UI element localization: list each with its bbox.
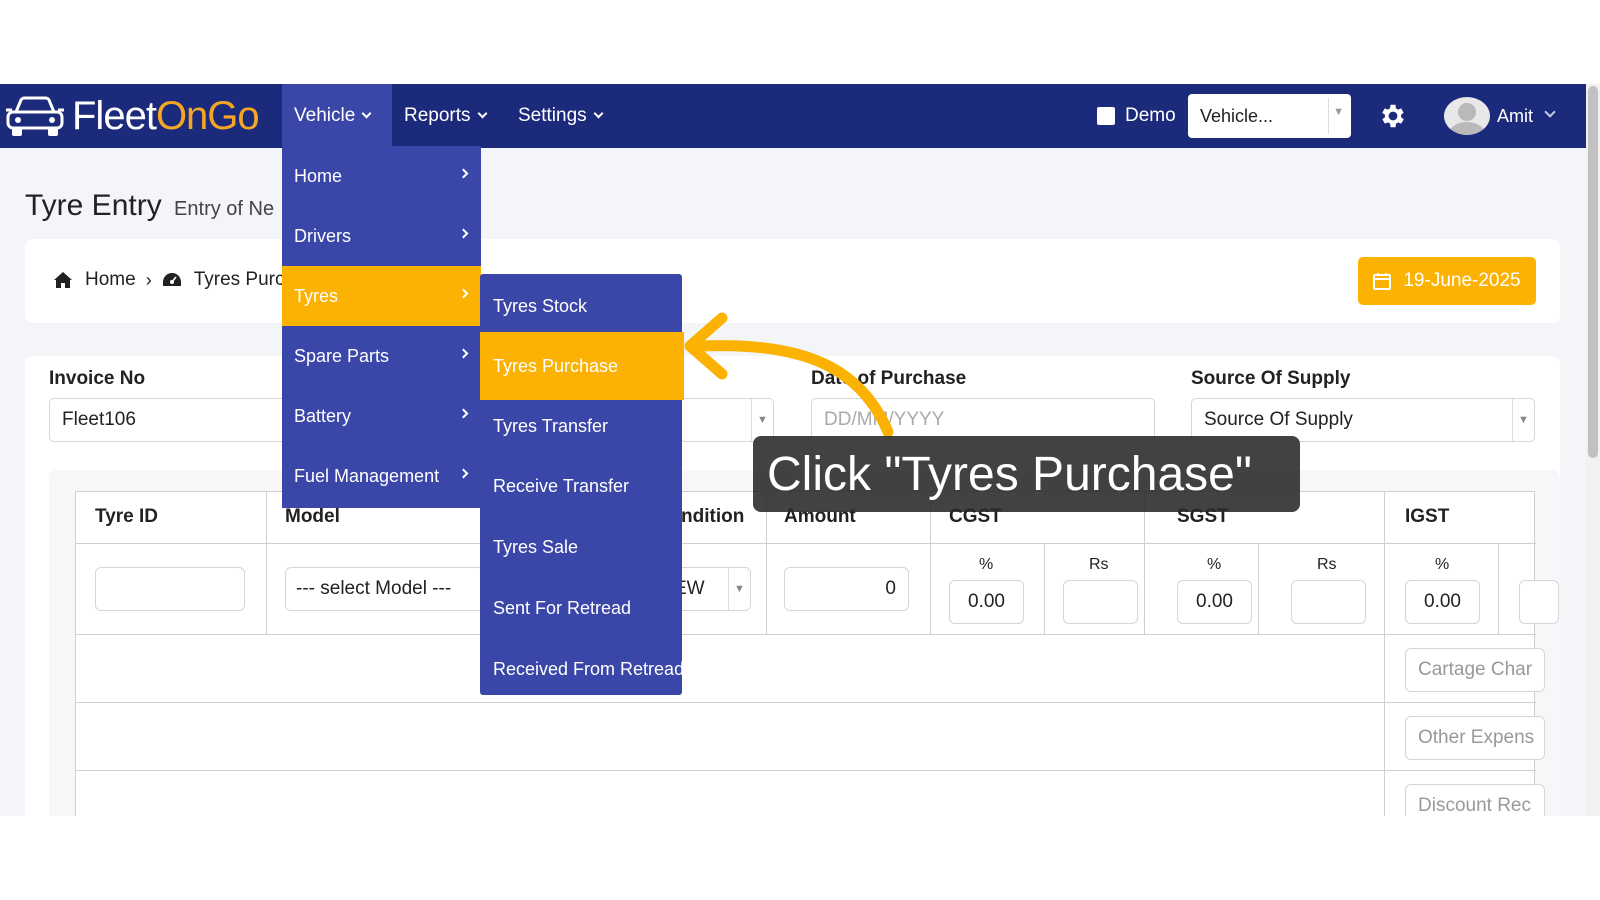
home-icon [54,272,72,288]
model-select[interactable]: --- select Model --- [285,567,485,611]
page-subtitle: Entry of Ne [174,198,275,220]
sgst-percent-input[interactable]: 0.00 [1177,580,1252,624]
menu-item-spare-parts[interactable]: Spare Parts [282,326,481,386]
annotation-callout: Click "Tyres Purchase" [753,436,1300,512]
user-avatar[interactable] [1444,97,1490,135]
menu-item-battery[interactable]: Battery [282,386,481,446]
dashboard-icon [162,273,181,286]
menu-item-tyres[interactable]: Tyres [282,266,481,326]
submenu-item-sent-for-retread[interactable]: Sent For Retread [480,578,682,638]
sgst-rs-input[interactable] [1291,580,1366,624]
vehicle-dropdown-menu: Home Drivers Tyres Spare Parts Battery F… [282,146,481,508]
chevron-right-icon [458,228,469,239]
chevron-right-icon [458,288,469,299]
demo-label: Demo [1125,105,1176,126]
breadcrumb: Home › Tyres Purc [53,269,285,291]
gear-icon[interactable] [1378,101,1408,131]
igst-rs-input[interactable] [1519,580,1559,624]
breadcrumb-home[interactable]: Home [85,269,136,291]
col-igst: IGST [1405,506,1450,527]
invoice-label: Invoice No [49,368,146,389]
date-of-purchase-label: Date of Purchase [811,368,967,389]
page-title-text: Tyre Entry [25,189,162,222]
caret-down-icon: ▼ [1333,106,1344,118]
nav-settings-label: Settings [518,105,587,126]
screen: FleetOnGo Vehicle Reports Settings Demo … [0,0,1600,900]
calendar-icon [1373,273,1392,290]
sgst-percent-label: % [1207,556,1222,573]
menu-item-fuel-management[interactable]: Fuel Management [282,446,481,506]
menu-item-drivers[interactable]: Drivers [282,206,481,266]
tyre-id-input[interactable] [95,567,245,611]
chevron-right-icon [458,168,469,179]
caret-down-icon: ▼ [728,568,750,610]
breadcrumb-separator: › [145,269,152,290]
submenu-item-tyres-transfer[interactable]: Tyres Transfer [480,396,682,456]
nav-vehicle[interactable]: Vehicle [282,84,392,148]
invoice-input[interactable]: Fleet106 [49,398,289,442]
col-model: Model [285,506,340,527]
caret-down-icon: ▼ [751,399,773,441]
discount-input[interactable]: Discount Rec [1405,784,1545,816]
submenu-item-receive-transfer[interactable]: Receive Transfer [480,456,682,516]
nav-reports[interactable]: Reports [392,84,498,148]
scrollbar-thumb[interactable] [1588,86,1598,458]
tyres-submenu: Tyres Stock Tyres Purchase Tyres Transfe… [480,274,684,695]
chevron-right-icon [458,348,469,359]
chevron-down-icon [593,108,604,119]
igst-percent-label: % [1435,556,1450,573]
source-of-supply-label: Source Of Supply [1191,368,1351,389]
submenu-item-tyres-sale[interactable]: Tyres Sale [480,517,682,577]
nav-vehicle-label: Vehicle [294,105,356,126]
page-title: Tyre Entry Entry of Ne [25,189,274,223]
nav-reports-label: Reports [404,105,471,126]
cgst-rs-label: Rs [1089,556,1109,573]
menu-item-home[interactable]: Home [282,146,481,206]
chevron-right-icon [458,468,469,479]
caret-down-icon: ▼ [1512,399,1534,441]
date-label: 19-June-2025 [1403,270,1521,291]
logo-text: FleetOnGo [72,94,260,138]
cgst-percent-label: % [979,556,994,573]
chevron-right-icon [458,408,469,419]
car-logo-icon [6,96,64,136]
submenu-item-tyres-stock[interactable]: Tyres Stock [480,276,682,336]
cgst-rs-input[interactable] [1063,580,1138,624]
condition-select[interactable]: EW ▼ [671,567,751,611]
annotation-text: Click "Tyres Purchase" [767,447,1252,501]
other-expense-input[interactable]: Other Expens [1405,716,1545,760]
submenu-item-tyres-purchase[interactable]: Tyres Purchase [480,332,684,400]
sgst-rs-label: Rs [1317,556,1337,573]
cartage-charges-input[interactable]: Cartage Char [1405,648,1545,692]
breadcrumb-current: Tyres Purc [193,269,285,290]
breadcrumb-card: Home › Tyres Purc 19-June-2025 [25,239,1560,323]
vehicle-select-value: Vehicle... [1200,105,1274,126]
demo-checkbox[interactable] [1097,107,1115,125]
vehicle-select[interactable]: Vehicle... ▼ [1188,94,1351,138]
amount-input[interactable]: 0 [784,567,909,611]
submenu-item-received-from-retread[interactable]: Received From Retread [480,639,684,699]
cgst-percent-input[interactable]: 0.00 [949,580,1024,624]
demo-toggle[interactable]: Demo [1097,84,1176,148]
col-condition: ndition [681,506,745,527]
logo[interactable]: FleetOnGo [4,92,260,140]
chevron-down-icon [361,108,372,119]
top-navbar: FleetOnGo Vehicle Reports Settings Demo … [0,84,1586,148]
user-name[interactable]: Amit [1497,84,1533,148]
date-button[interactable]: 19-June-2025 [1358,257,1536,305]
tyre-table: Tyre ID Model ndition Amount CGST SGST I… [75,491,1559,816]
chevron-down-icon[interactable] [1544,106,1556,118]
col-tyre-id: Tyre ID [95,506,159,527]
nav-settings[interactable]: Settings [506,84,614,148]
igst-percent-input[interactable]: 0.00 [1405,580,1480,624]
chevron-down-icon [477,108,487,119]
